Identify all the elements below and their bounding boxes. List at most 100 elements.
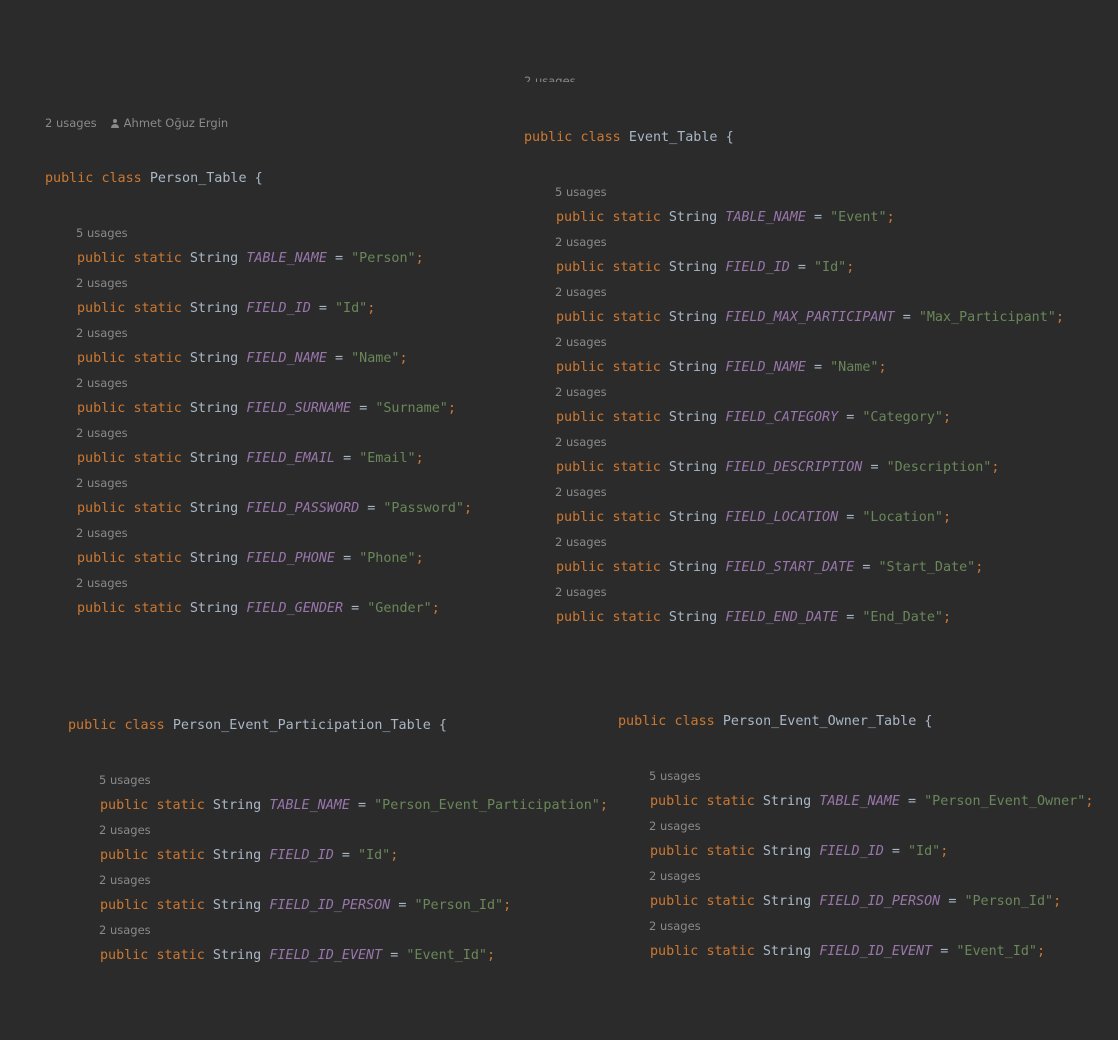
type-name[interactable]: String [669, 360, 717, 375]
type-name[interactable]: String [669, 510, 717, 525]
field-usages-hint[interactable]: 2 usages [45, 521, 472, 546]
field-name[interactable]: FIELD_LOCATION [725, 510, 838, 525]
type-name[interactable]: String [213, 948, 261, 963]
field-name[interactable]: FIELD_ID_EVENT [269, 948, 382, 963]
type-name[interactable]: String [190, 501, 238, 516]
usages-count[interactable]: 2 usages [45, 116, 97, 130]
author-name[interactable]: Ahmet Oğuz Ergin [124, 116, 229, 130]
type-name[interactable]: String [213, 848, 261, 863]
string-literal[interactable]: "Event_Id" [406, 948, 487, 963]
string-literal[interactable]: "Surname" [375, 401, 448, 416]
field-usages-hint[interactable]: 2 usages [524, 430, 1064, 455]
field-name[interactable]: FIELD_GENDER [246, 601, 343, 616]
string-literal[interactable]: "Name" [351, 351, 399, 366]
field-name[interactable]: TABLE_NAME [725, 210, 806, 225]
class-name[interactable]: Person_Event_Owner_Table [723, 714, 916, 729]
field-name[interactable]: FIELD_ID [725, 260, 790, 275]
string-literal[interactable]: "Id" [358, 848, 390, 863]
string-literal[interactable]: "Event_Id" [956, 944, 1037, 959]
field-usages-hint[interactable]: 5 usages [524, 180, 1064, 205]
class-name[interactable]: Person_Event_Participation_Table [173, 718, 431, 733]
type-name[interactable]: String [213, 898, 261, 913]
field-name[interactable]: FIELD_EMAIL [246, 451, 335, 466]
field-usages-hint[interactable]: 2 usages [45, 471, 472, 496]
field-usages-hint[interactable]: 2 usages [524, 580, 1064, 605]
class-name[interactable]: Event_Table [629, 130, 718, 145]
string-literal[interactable]: "Description" [887, 460, 992, 475]
field-name[interactable]: FIELD_ID [819, 844, 884, 859]
type-name[interactable]: String [669, 560, 717, 575]
field-name[interactable]: TABLE_NAME [269, 798, 350, 813]
type-name[interactable]: String [669, 210, 717, 225]
type-name[interactable]: String [763, 944, 811, 959]
field-name[interactable]: FIELD_PHONE [246, 551, 335, 566]
field-name[interactable]: FIELD_END_DATE [725, 610, 838, 625]
field-usages-hint[interactable]: 2 usages [524, 380, 1064, 405]
field-usages-hint[interactable]: 5 usages [68, 768, 608, 793]
field-name[interactable]: FIELD_NAME [246, 351, 327, 366]
field-name[interactable]: FIELD_MAX_PARTICIPANT [725, 310, 894, 325]
string-literal[interactable]: "Id" [814, 260, 846, 275]
class-usages-hint[interactable]: 2 usages Ahmet Oğuz Ergin [45, 111, 472, 136]
string-literal[interactable]: "Person_Event_Owner" [924, 794, 1085, 809]
field-name[interactable]: FIELD_CATEGORY [725, 410, 838, 425]
type-name[interactable]: String [763, 794, 811, 809]
type-name[interactable]: String [669, 310, 717, 325]
type-name[interactable]: String [669, 610, 717, 625]
field-usages-hint[interactable]: 2 usages [45, 321, 472, 346]
field-name[interactable]: TABLE_NAME [246, 251, 327, 266]
field-name[interactable]: FIELD_SURNAME [246, 401, 351, 416]
string-literal[interactable]: "Person" [351, 251, 416, 266]
type-name[interactable]: String [190, 551, 238, 566]
field-usages-hint[interactable]: 2 usages [68, 918, 608, 943]
type-name[interactable]: String [763, 894, 811, 909]
field-usages-hint[interactable]: 2 usages [524, 230, 1064, 255]
string-literal[interactable]: "Event" [830, 210, 886, 225]
string-literal[interactable]: "Password" [383, 501, 464, 516]
field-name[interactable]: FIELD_ID_PERSON [819, 894, 940, 909]
field-name[interactable]: FIELD_NAME [725, 360, 806, 375]
field-name[interactable]: TABLE_NAME [819, 794, 900, 809]
type-name[interactable]: String [190, 251, 238, 266]
field-name[interactable]: FIELD_ID [246, 301, 311, 316]
string-literal[interactable]: "Id" [908, 844, 940, 859]
field-name[interactable]: FIELD_ID_PERSON [269, 898, 390, 913]
field-usages-hint[interactable]: 2 usages [45, 571, 472, 596]
field-usages-hint[interactable]: 5 usages [618, 764, 1093, 789]
field-usages-hint[interactable]: 2 usages [45, 271, 472, 296]
type-name[interactable]: String [190, 451, 238, 466]
string-literal[interactable]: "Gender" [367, 601, 432, 616]
type-name[interactable]: String [190, 351, 238, 366]
string-literal[interactable]: "Person_Event_Participation" [374, 798, 600, 813]
field-usages-hint[interactable]: 2 usages [68, 868, 608, 893]
string-literal[interactable]: "Phone" [359, 551, 415, 566]
type-name[interactable]: String [190, 401, 238, 416]
string-literal[interactable]: "Max_Participant" [919, 310, 1056, 325]
field-usages-hint[interactable]: 2 usages [524, 330, 1064, 355]
string-literal[interactable]: "Person_Id" [964, 894, 1053, 909]
string-literal[interactable]: "Location" [862, 510, 943, 525]
type-name[interactable]: String [190, 601, 238, 616]
field-usages-hint[interactable]: 2 usages [618, 914, 1093, 939]
class-name[interactable]: Person_Table [150, 171, 247, 186]
field-usages-hint[interactable]: 5 usages [45, 221, 472, 246]
field-usages-hint[interactable]: 2 usages [524, 480, 1064, 505]
string-literal[interactable]: "Person_Id" [414, 898, 503, 913]
field-usages-hint[interactable]: 2 usages [45, 421, 472, 446]
type-name[interactable]: String [669, 260, 717, 275]
string-literal[interactable]: "Email" [359, 451, 415, 466]
string-literal[interactable]: "Id" [335, 301, 367, 316]
type-name[interactable]: String [669, 460, 717, 475]
field-usages-hint[interactable]: 2 usages [524, 280, 1064, 305]
string-literal[interactable]: "End_Date" [862, 610, 943, 625]
field-usages-hint[interactable]: 2 usages [524, 530, 1064, 555]
string-literal[interactable]: "Start_Date" [879, 560, 976, 575]
field-usages-hint[interactable]: 2 usages [45, 371, 472, 396]
type-name[interactable]: String [763, 844, 811, 859]
string-literal[interactable]: "Name" [830, 360, 878, 375]
field-name[interactable]: FIELD_PASSWORD [246, 501, 359, 516]
type-name[interactable]: String [669, 410, 717, 425]
field-usages-hint[interactable]: 2 usages [618, 814, 1093, 839]
field-name[interactable]: FIELD_ID [269, 848, 334, 863]
string-literal[interactable]: "Category" [862, 410, 943, 425]
